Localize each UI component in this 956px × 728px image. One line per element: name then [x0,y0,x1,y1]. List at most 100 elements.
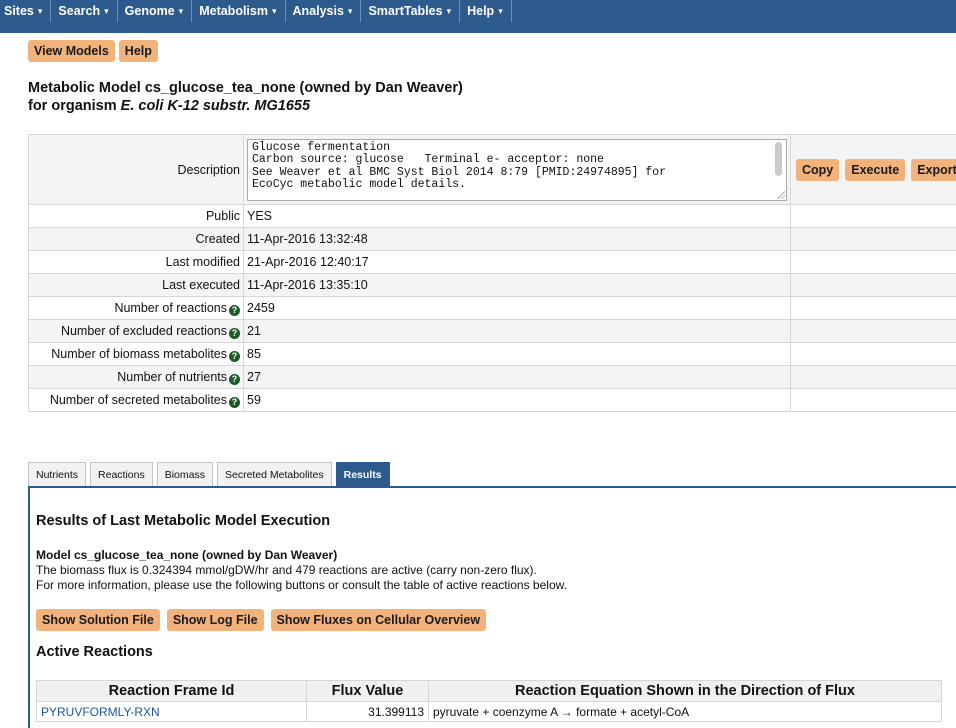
resize-grip-icon[interactable] [777,190,785,199]
caret-down-icon: ▾ [446,6,452,16]
info-row-last-executed: Last executed 11-Apr-2016 13:35:10 [28,273,956,297]
info-label-text: Number of secreted metabolites [49,392,227,407]
execute-button[interactable]: Execute [845,158,906,181]
table-header-row: Reaction Frame Id Flux Value Reaction Eq… [36,680,942,702]
nav-label: Search [58,4,101,18]
info-label: Last executed [28,273,244,297]
nav-help-menu[interactable]: Help ▾ [460,0,512,22]
info-row-num-reactions: Number of reactions? 2459 [28,296,956,320]
description-text: Glucose fermentation Carbon source: gluc… [252,140,667,191]
flux-value-cell: 31.399113 [306,701,429,722]
info-value: 59 [243,388,791,412]
nav-label: Genome [124,4,175,18]
copy-button[interactable]: Copy [796,158,840,181]
info-label-text: Number of nutrients [117,369,227,384]
empty-cell [790,204,956,228]
info-value: 11-Apr-2016 13:32:48 [243,227,791,251]
nav-analysis-menu[interactable]: Analysis ▾ [286,0,362,22]
info-label-text: Number of reactions [114,300,227,315]
info-row-num-secreted: Number of secreted metabolites? 59 [28,388,956,412]
model-info-table: Description Glucose fermentation Carbon … [28,134,956,412]
caret-down-icon: ▾ [498,6,503,16]
results-summary: Model cs_glucose_tea_none (owned by Dan … [36,548,567,593]
page-title-line2: for organism E. coli K-12 substr. MG1655 [28,97,463,115]
empty-cell [790,319,956,343]
biomass-flux-line: The biomass flux is 0.324394 mmol/gDW/hr… [36,563,537,577]
empty-cell [790,365,956,389]
info-label: Number of nutrients? [28,365,244,389]
column-header-flux[interactable]: Flux Value [306,680,429,702]
info-row-num-excluded: Number of excluded reactions? 21 [28,319,956,343]
organism-name: E. coli K-12 substr. MG1655 [120,98,311,114]
tab-nutrients[interactable]: Nutrients [28,462,87,486]
info-row-num-biomass: Number of biomass metabolites? 85 [28,342,956,366]
tab-biomass[interactable]: Biomass [156,462,213,486]
info-label: Number of reactions? [28,296,244,320]
info-value: 27 [243,365,791,389]
info-label-text: Number of biomass metabolites [51,346,227,361]
active-reactions-table: Reaction Frame Id Flux Value Reaction Eq… [36,680,942,722]
help-question-icon[interactable]: ? [229,327,240,339]
export-button[interactable]: Export [911,158,956,181]
column-header-equation[interactable]: Reaction Equation Shown in the Direction… [428,680,942,702]
info-value: 21 [243,319,791,343]
empty-cell [790,227,956,251]
page-title-line1: Metabolic Model cs_glucose_tea_none (own… [28,80,463,96]
info-value: 11-Apr-2016 13:35:10 [243,273,791,297]
info-label: Created [28,227,244,251]
info-row-last-modified: Last modified 21-Apr-2016 12:40:17 [28,250,956,274]
info-row-num-nutrients: Number of nutrients? 27 [28,365,956,389]
info-label: Last modified [28,250,244,274]
nav-search-menu[interactable]: Search ▾ [51,0,118,22]
description-cell: Glucose fermentation Carbon source: gluc… [243,134,791,205]
show-log-file-button[interactable]: Show Log File [166,609,264,631]
results-title: Results of Last Metabolic Model Executio… [36,513,331,529]
caret-down-icon: ▾ [37,6,43,16]
help-question-icon[interactable]: ? [229,350,240,362]
show-fluxes-overview-button[interactable]: Show Fluxes on Cellular Overview [270,609,487,631]
tab-secreted-metabolites[interactable]: Secreted Metabolites [216,462,332,486]
nav-label: Sites [4,4,34,18]
reaction-link[interactable]: PYRUVFORMLY-RXN [41,705,160,719]
info-label: Number of biomass metabolites? [28,342,244,366]
info-value: 85 [243,342,791,366]
help-question-icon[interactable]: ? [229,373,240,385]
view-models-button[interactable]: View Models [28,40,115,62]
empty-cell [790,250,956,274]
top-nav-bar: Sites ▾ Search ▾ Genome ▾ Metabolism ▾ Analy… [0,0,956,33]
info-row-created: Created 11-Apr-2016 13:32:48 [28,227,956,251]
description-textarea[interactable]: Glucose fermentation Carbon source: gluc… [247,138,787,201]
table-row: PYRUVFORMLY-RXN 31.399113 pyruvate + coe… [36,701,942,722]
description-label: Description [28,134,244,205]
caret-down-icon: ▾ [271,6,277,16]
show-solution-file-button[interactable]: Show Solution File [36,609,160,631]
organism-prefix: for organism [28,98,121,114]
caret-down-icon: ▾ [104,6,109,16]
tab-bar: Nutrients Reactions Biomass Secreted Met… [28,462,390,486]
nav-smarttables-menu[interactable]: SmartTables ▾ [361,0,461,22]
nav-label: SmartTables [368,4,443,18]
active-reactions-title: Active Reactions [36,644,153,660]
action-button-group: Copy Execute Export [794,158,956,181]
info-label: Number of secreted metabolites? [28,388,244,412]
description-scrollbar[interactable] [775,141,782,176]
nav-sites-menu[interactable]: Sites ▾ [0,0,52,22]
nav-label: Analysis [292,4,344,18]
nav-label: Help [467,4,495,18]
tab-results[interactable]: Results [335,462,390,486]
equation-cell: pyruvate + coenzyme A → formate + acetyl… [428,701,942,722]
top-button-group: View Models Help [28,40,158,62]
empty-cell [790,296,956,320]
help-button[interactable]: Help [118,40,158,62]
results-panel: Results of Last Metabolic Model Executio… [28,486,956,728]
model-owner-line: Model cs_glucose_tea_none (owned by Dan … [36,548,338,562]
help-question-icon[interactable]: ? [229,396,240,408]
column-header-frame-id[interactable]: Reaction Frame Id [36,680,307,702]
tab-reactions[interactable]: Reactions [90,462,153,486]
empty-cell [790,388,956,412]
nav-genome-menu[interactable]: Genome ▾ [118,0,193,22]
help-question-icon[interactable]: ? [229,304,240,316]
nav-label: Metabolism [199,4,268,18]
info-label-text: Number of excluded reactions [60,323,227,338]
nav-metabolism-menu[interactable]: Metabolism ▾ [192,0,286,22]
